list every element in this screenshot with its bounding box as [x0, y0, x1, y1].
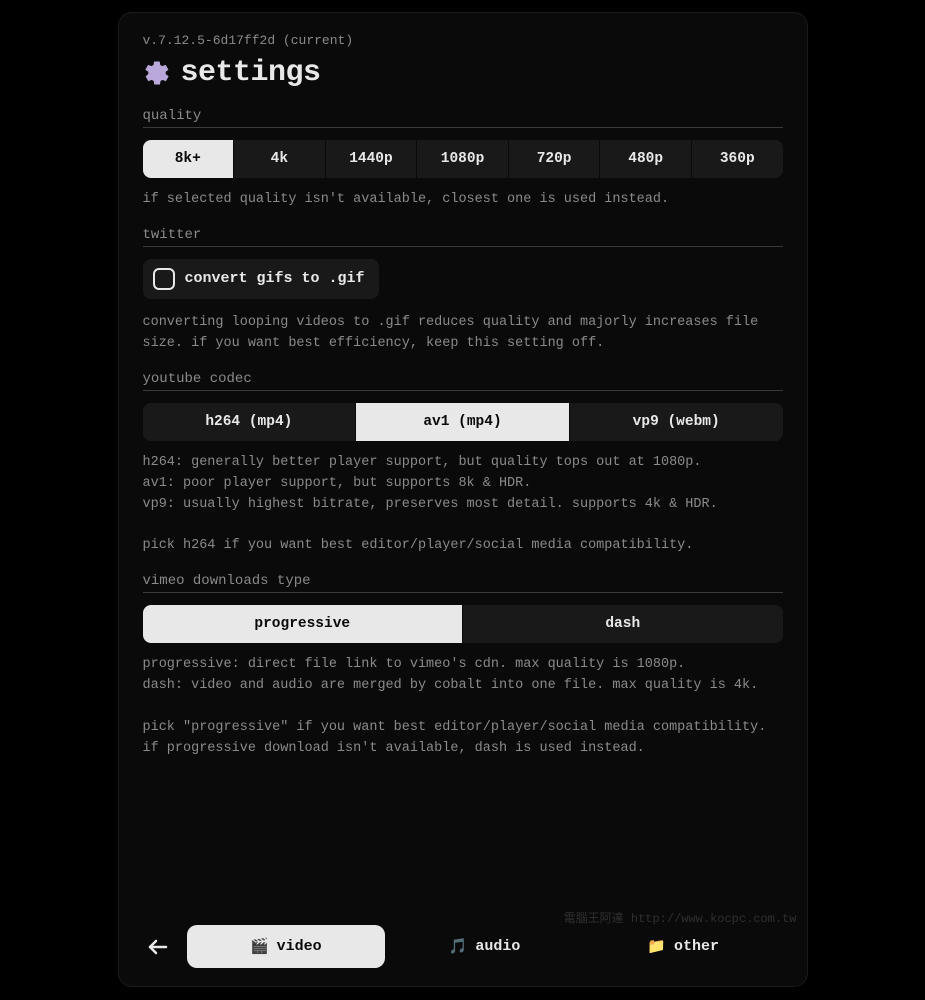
codec-help: h264: generally better player support, b… [143, 453, 783, 558]
vimeo-option[interactable]: progressive [143, 605, 463, 643]
settings-panel: v.7.12.5-6d17ff2d (current) settings qua… [118, 12, 808, 987]
bottom-bar: 🎬 video 🎵 audio 📁 other [143, 913, 783, 968]
quality-option[interactable]: 1080p [416, 140, 508, 178]
tabs: 🎬 video 🎵 audio 📁 other [187, 925, 783, 968]
gear-icon [143, 59, 171, 87]
checkbox-box-icon [153, 268, 175, 290]
settings-scroll: quality 8k+4k1440p1080p720p480p360p if s… [143, 108, 783, 913]
quality-option[interactable]: 360p [691, 140, 783, 178]
twitter-gif-checkbox-label: convert gifs to .gif [185, 270, 365, 287]
quality-label: quality [143, 108, 783, 128]
video-tab-label: video [277, 938, 322, 955]
quality-help: if selected quality isn't available, clo… [143, 190, 783, 211]
page-title: settings [181, 56, 321, 90]
tab-other[interactable]: 📁 other [584, 925, 783, 968]
codec-option[interactable]: h264 (mp4) [143, 403, 356, 441]
quality-group: 8k+4k1440p1080p720p480p360p [143, 140, 783, 178]
quality-option[interactable]: 720p [508, 140, 600, 178]
version-text: v.7.12.5-6d17ff2d (current) [143, 33, 783, 48]
back-button[interactable] [143, 932, 173, 962]
audio-tab-label: audio [475, 938, 520, 955]
tab-video[interactable]: 🎬 video [187, 925, 386, 968]
video-tab-icon: 🎬 [250, 937, 269, 956]
quality-option[interactable]: 8k+ [143, 140, 234, 178]
codec-label: youtube codec [143, 371, 783, 391]
quality-option[interactable]: 4k [233, 140, 325, 178]
other-tab-icon: 📁 [647, 937, 666, 956]
twitter-gif-checkbox[interactable]: convert gifs to .gif [143, 259, 379, 299]
vimeo-option[interactable]: dash [462, 605, 783, 643]
codec-option[interactable]: vp9 (webm) [569, 403, 783, 441]
other-tab-label: other [674, 938, 719, 955]
codec-option[interactable]: av1 (mp4) [355, 403, 569, 441]
quality-option[interactable]: 1440p [325, 140, 417, 178]
vimeo-group: progressivedash [143, 605, 783, 643]
tab-audio[interactable]: 🎵 audio [385, 925, 584, 968]
title-row: settings [143, 56, 783, 90]
audio-tab-icon: 🎵 [449, 937, 468, 956]
twitter-label: twitter [143, 227, 783, 247]
vimeo-label: vimeo downloads type [143, 573, 783, 593]
vimeo-help: progressive: direct file link to vimeo's… [143, 655, 783, 760]
twitter-help: converting looping videos to .gif reduce… [143, 313, 783, 355]
codec-group: h264 (mp4)av1 (mp4)vp9 (webm) [143, 403, 783, 441]
quality-option[interactable]: 480p [599, 140, 691, 178]
